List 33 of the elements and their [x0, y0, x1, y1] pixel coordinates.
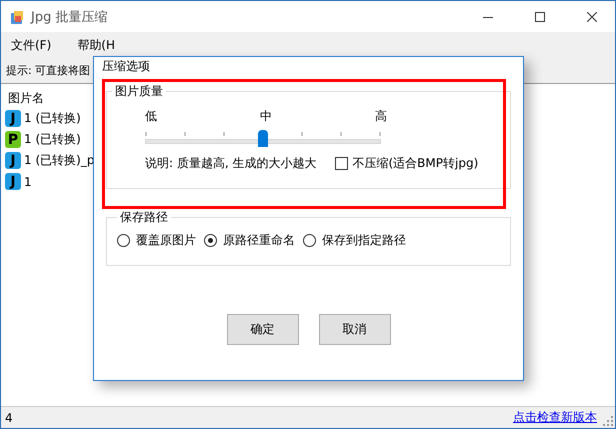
dialog-title: 压缩选项 — [102, 58, 151, 75]
no-compress-checkbox[interactable]: 不压缩(适合BMP转jpg) — [334, 155, 478, 172]
window-title: Jpg 批量压缩 — [31, 8, 108, 26]
ok-button[interactable]: 确定 — [226, 314, 298, 345]
file-type-icon: J — [5, 152, 21, 169]
file-name[interactable]: 1 — [24, 174, 32, 188]
close-icon — [587, 12, 597, 22]
app-icon — [9, 8, 25, 24]
menu-item[interactable]: 帮助(H — [75, 36, 117, 54]
file-name[interactable]: 1 (已转换) — [24, 110, 81, 127]
column-header: 图片名 — [8, 91, 44, 105]
file-name[interactable]: 1 (已转换) — [24, 131, 81, 148]
cancel-button[interactable]: 取消 — [318, 314, 390, 345]
radio-option[interactable]: 覆盖原图片 — [117, 232, 196, 249]
radio-option[interactable]: 保存到指定路径 — [303, 232, 406, 249]
slider-thumb[interactable] — [258, 130, 268, 147]
hint-text: 提示: 可直接将图 — [6, 63, 90, 78]
scale-label: 低 — [145, 108, 157, 125]
maximize-icon — [535, 12, 545, 22]
update-link[interactable]: 点击检查新版本 — [513, 409, 597, 426]
scale-label: 高 — [375, 108, 387, 125]
radio-option[interactable]: 原路径重命名 — [204, 232, 295, 249]
scale-label: 中 — [260, 108, 272, 125]
group-label: 图片质量 — [114, 83, 164, 100]
description-text: 说明: 质量越高, 生成的大小越大 — [145, 155, 316, 172]
group-label: 保存路径 — [119, 209, 169, 226]
file-type-icon: J — [5, 173, 21, 190]
file-type-icon: P — [5, 131, 21, 148]
file-type-icon: J — [5, 110, 21, 127]
file-count: 4 — [5, 410, 13, 424]
quality-slider[interactable] — [145, 130, 381, 147]
menu-item[interactable]: 文件(F) — [9, 36, 54, 54]
resize-grip-icon — [603, 416, 613, 426]
